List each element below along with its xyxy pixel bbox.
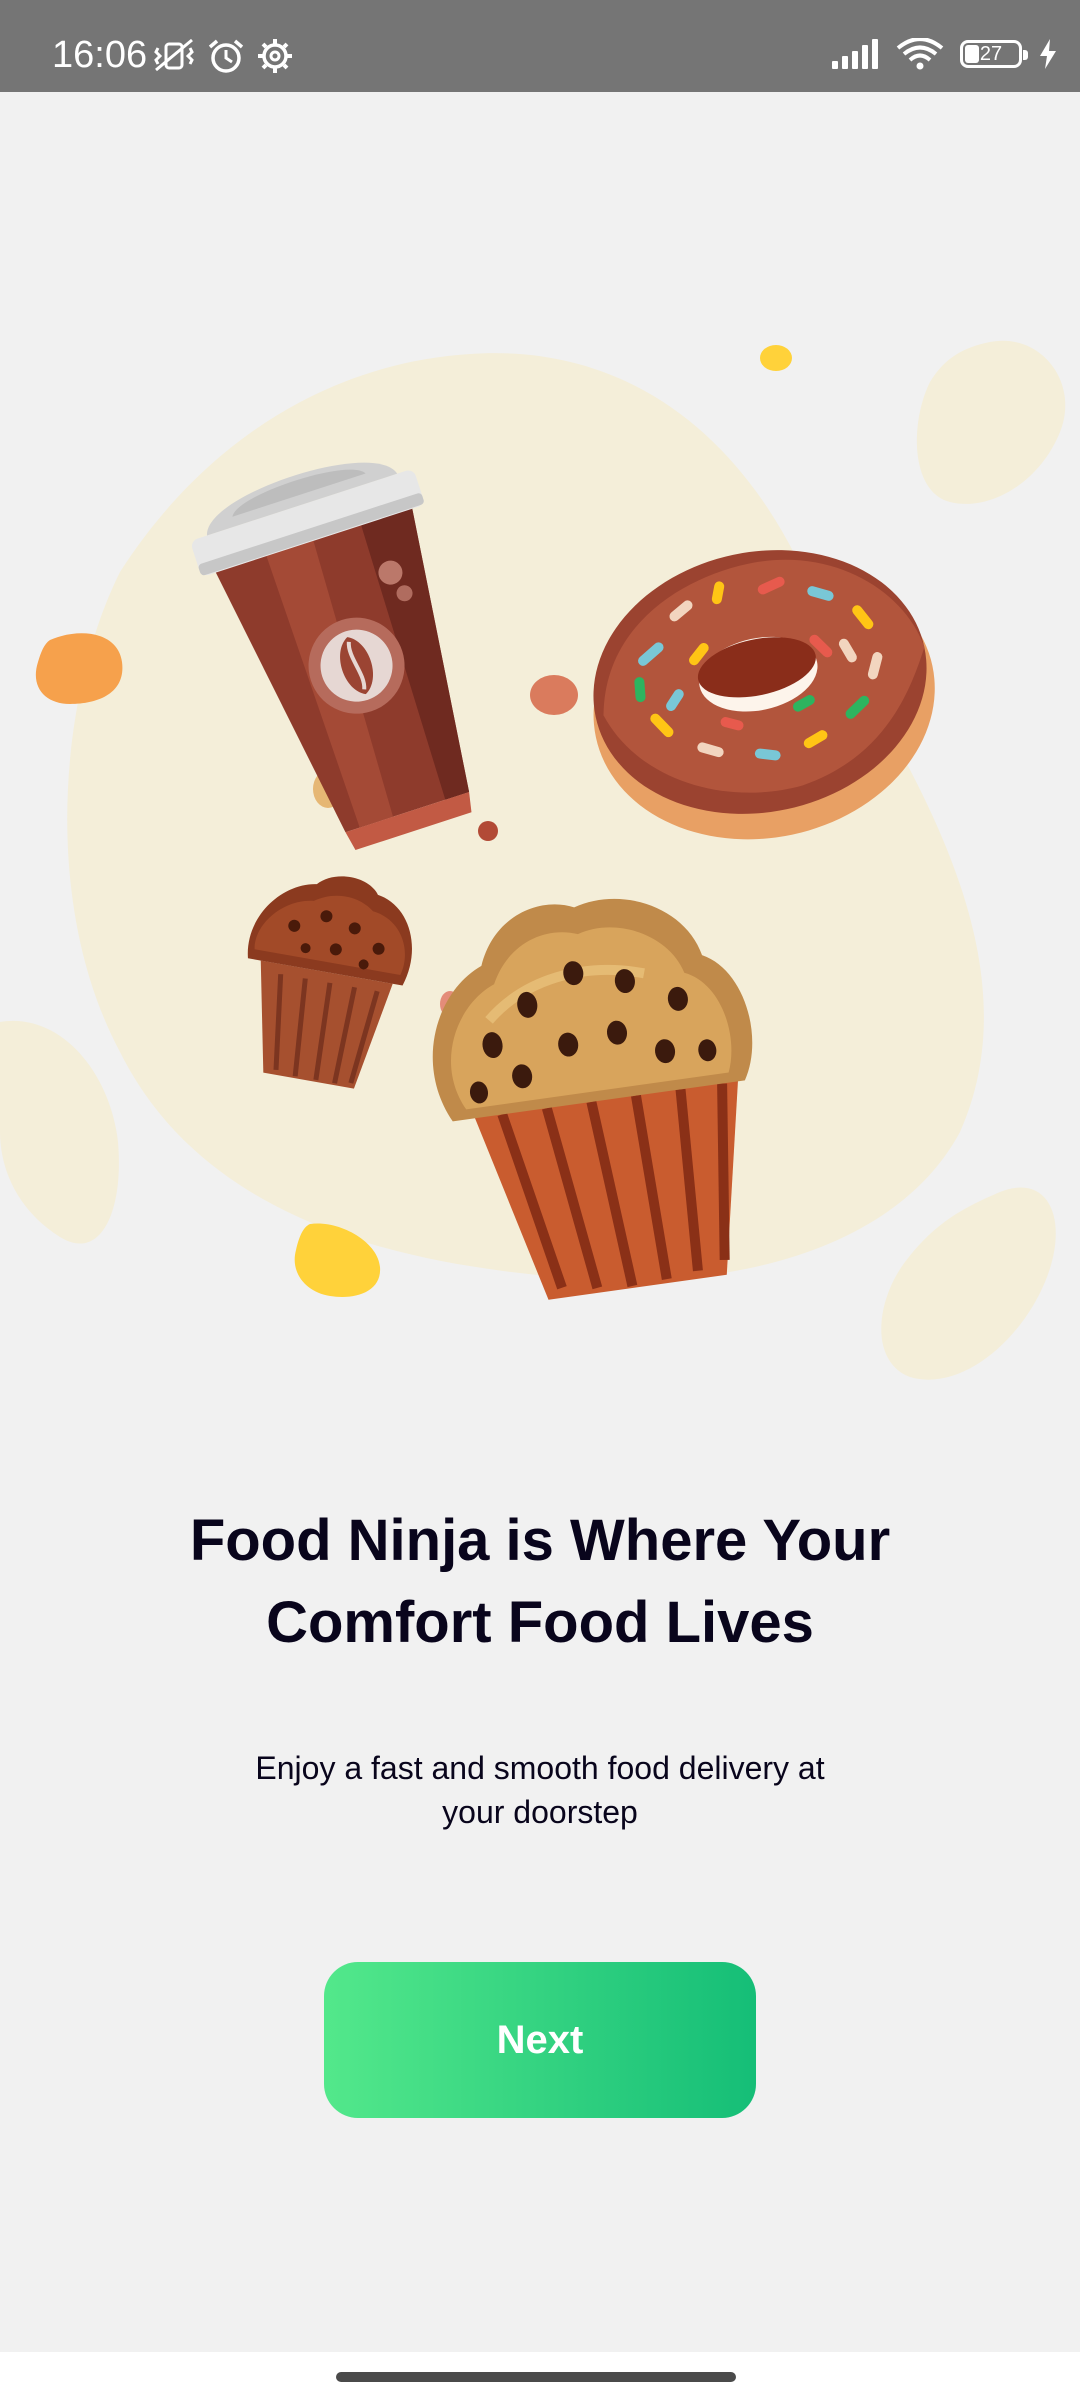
yellow-dot-top xyxy=(760,345,792,371)
settings-gear-icon xyxy=(256,38,294,74)
status-bar: 16:06 27 xyxy=(0,0,1080,92)
signal-icon xyxy=(832,39,880,69)
wifi-icon xyxy=(896,38,944,70)
battery-icon: 27 xyxy=(960,40,1028,68)
background-blob-bottom-right xyxy=(881,1187,1056,1380)
dot-brown xyxy=(478,821,498,841)
background-blob-top-right xyxy=(916,340,1066,504)
food-illustration xyxy=(0,92,1080,1422)
status-left-icons xyxy=(152,38,294,74)
orange-blob xyxy=(35,633,123,704)
dot-terracotta xyxy=(530,675,578,715)
status-right-icons: 27 xyxy=(832,38,1058,70)
background-blob-left xyxy=(0,1020,119,1244)
next-button[interactable]: Next xyxy=(324,1962,756,2118)
charging-icon xyxy=(1038,39,1058,69)
battery-level: 27 xyxy=(979,43,1003,65)
vibrate-mute-icon xyxy=(152,38,196,74)
onboarding-screen: 16:06 27 Food Ninja is Where Your Comfor… xyxy=(0,0,1080,2400)
onboarding-headline: Food Ninja is Where Your Comfort Food Li… xyxy=(189,1508,891,1655)
status-time: 16:06 xyxy=(52,34,148,76)
home-indicator[interactable] xyxy=(336,2372,736,2382)
alarm-icon xyxy=(206,38,246,74)
onboarding-subtitle: Enjoy a fast and smooth food delivery at… xyxy=(255,1750,825,1830)
